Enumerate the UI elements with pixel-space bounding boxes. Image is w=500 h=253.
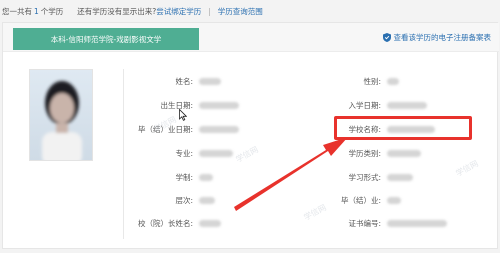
summary-prefix: 您一共有: [2, 6, 32, 16]
redacted-value: [199, 173, 213, 181]
redacted-value: [387, 196, 401, 204]
summary-suffix: 个学历: [40, 6, 64, 16]
field-birth-date: 出生日期:: [43, 99, 243, 111]
redacted-value: [387, 77, 399, 85]
redacted-value: [199, 219, 221, 227]
school-name-highlight: [334, 116, 472, 140]
field-label: 学历类别:: [348, 148, 381, 158]
field-label: 校（院）长姓名:: [137, 218, 193, 228]
field-label: 入学日期:: [348, 100, 381, 110]
field-record-type: 学历类别:: [313, 147, 493, 159]
field-label: 性别:: [363, 76, 381, 86]
redacted-value: [199, 196, 215, 204]
field-label: 出生日期:: [160, 100, 193, 110]
field-label: 学习形式:: [348, 172, 381, 182]
field-president-name: 校（院）长姓名:: [43, 217, 243, 229]
missing-record-prompt: 还有学历没有显示出来?: [77, 6, 157, 16]
redacted-value: [199, 149, 233, 157]
field-gender: 性别:: [313, 75, 493, 87]
field-name: 姓名:: [43, 75, 243, 87]
cursor-icon: [179, 109, 187, 121]
field-level: 层次:: [43, 194, 243, 206]
tab-record[interactable]: 本科-信阳师范学院-戏剧影视文学: [13, 28, 199, 50]
redacted-value: [387, 101, 427, 109]
e-registration-link[interactable]: 查看该学历的电子注册备案表: [382, 32, 492, 43]
link-divider: |: [208, 6, 211, 16]
field-label: 专业:: [175, 148, 193, 158]
field-label: 层次:: [175, 195, 193, 205]
redacted-value: [199, 101, 239, 109]
field-enrollment-date: 入学日期:: [313, 99, 493, 111]
field-major: 专业:: [43, 147, 243, 159]
redacted-value: [387, 219, 447, 227]
field-graduation-status: 毕（结）业:: [313, 194, 493, 206]
field-label: 证书编号:: [348, 218, 381, 228]
redacted-value: [199, 77, 221, 85]
query-scope-link[interactable]: 学历查询范围: [218, 6, 263, 17]
summary-count: 1: [34, 6, 39, 16]
field-label: 姓名:: [175, 76, 193, 86]
redacted-value: [387, 173, 413, 181]
field-certificate-number: 证书编号:: [313, 217, 493, 229]
redacted-value: [387, 149, 421, 157]
redacted-value: [199, 125, 239, 133]
field-duration: 学制:: [43, 171, 243, 183]
e-registration-label: 查看该学历的电子注册备案表: [393, 33, 492, 42]
field-label: 学制:: [175, 172, 193, 182]
field-graduation-date: 毕（结）业日期:: [43, 123, 243, 135]
bind-record-link[interactable]: 尝试绑定学历: [156, 6, 201, 17]
record-summary-bar: 您一共有 1 个学历 还有学历没有显示出来? 尝试绑定学历 | 学历查询范围: [0, 0, 500, 22]
shield-icon: [382, 33, 391, 42]
tab-record-label: 本科-信阳师范学院-戏剧影视文学: [50, 34, 162, 44]
record-header: 本科-信阳师范学院-戏剧影视文学 查看该学历的电子注册备案表: [3, 23, 499, 52]
